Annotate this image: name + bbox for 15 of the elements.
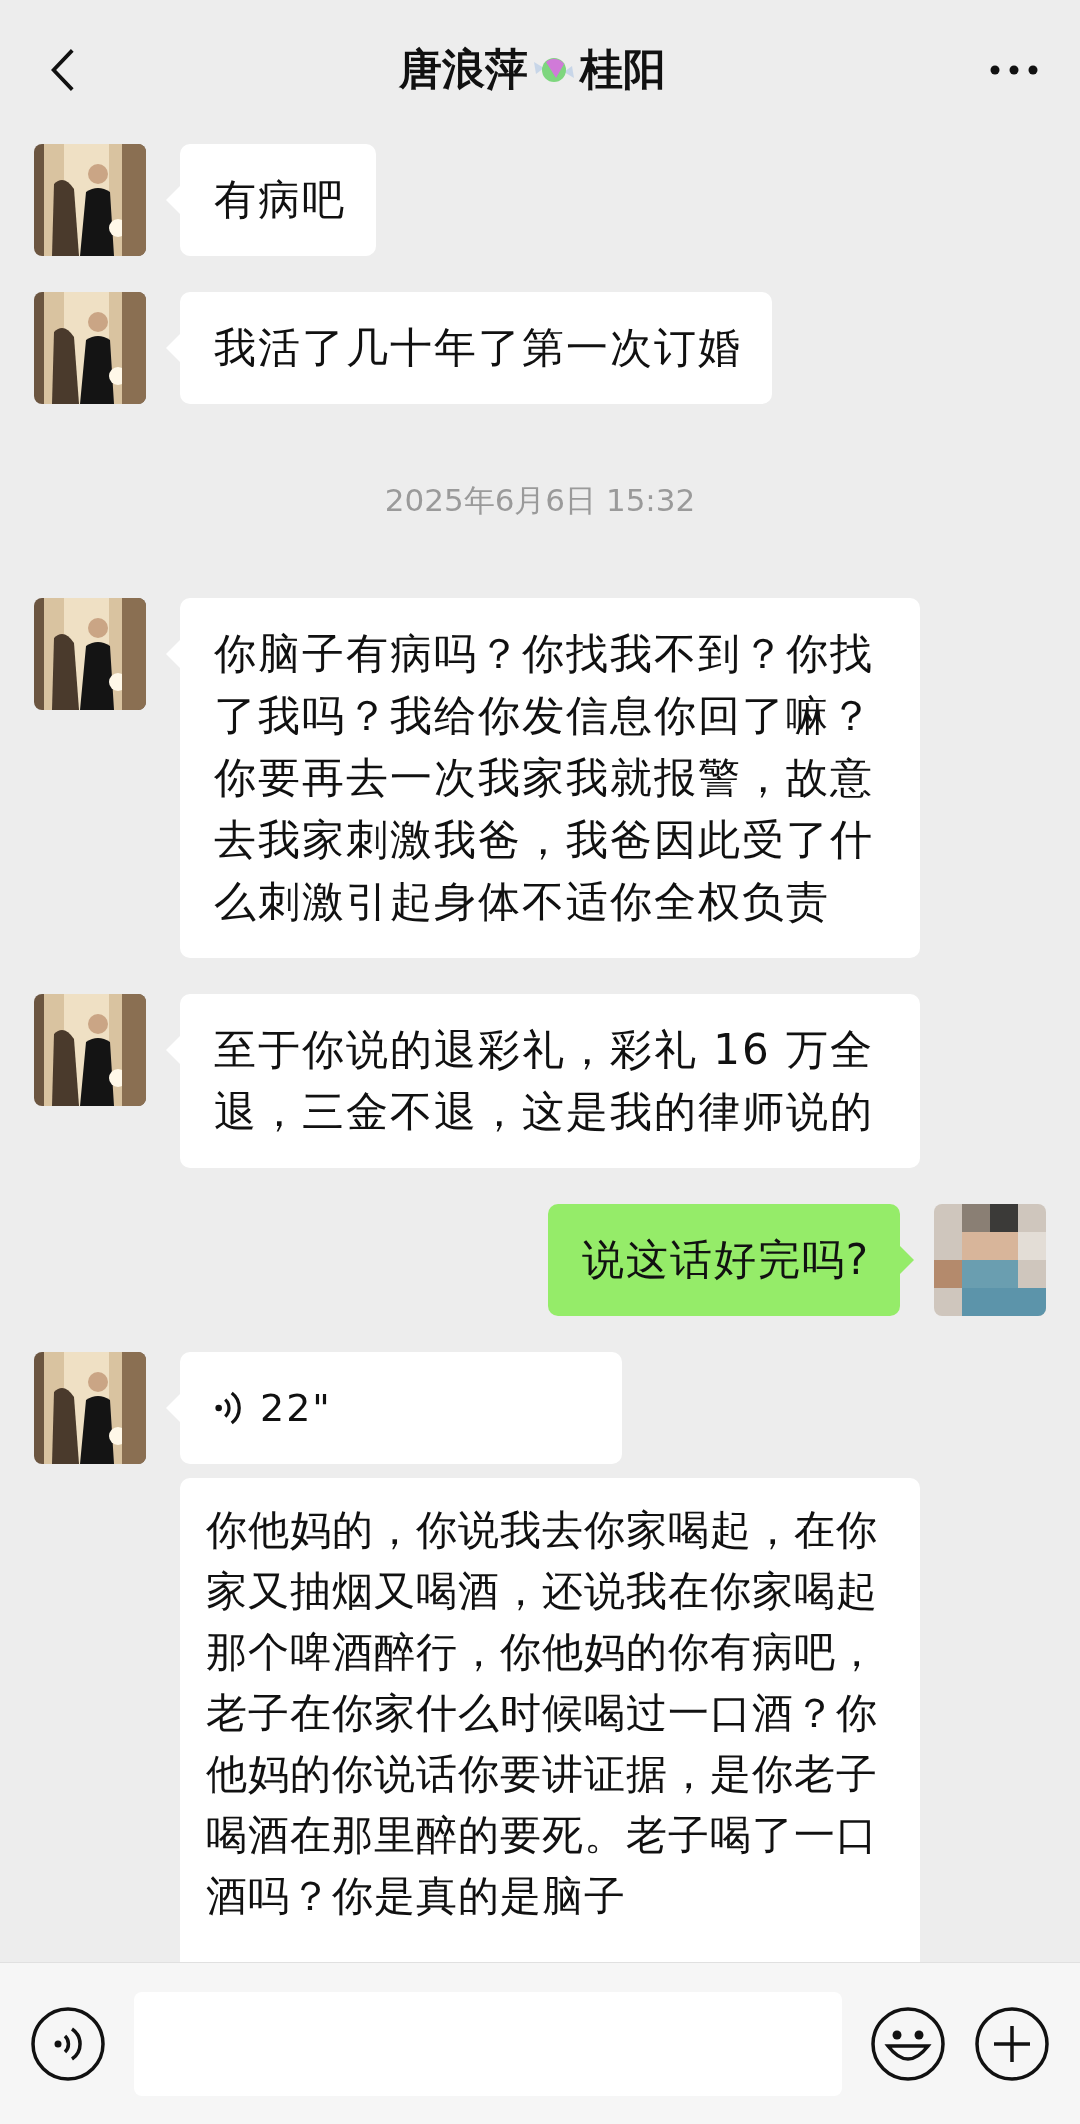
message-bubble: 至于你说的退彩礼，彩礼 16 万全退，三金不退，这是我的律师说的	[180, 994, 920, 1168]
more-icon[interactable]	[988, 64, 1040, 76]
message-bubble: 有病吧	[180, 144, 376, 256]
timestamp: 2025年6月6日 15:32	[384, 481, 696, 520]
message-bubble: 说这话好完吗?	[547, 1204, 900, 1316]
contact-location: 桂阳	[579, 43, 666, 96]
voice-icon	[214, 1389, 242, 1427]
contact-name: 唐浪萍	[398, 43, 528, 96]
voice-message[interactable]: 22"	[180, 1352, 622, 1464]
emoji-icon[interactable]	[870, 2005, 946, 2082]
message-bubble: 你脑子有病吗？你找我不到？你找了我吗？我给你发信息你回了嘛？你要再去一次我家我就报警，故意去我家刺激我爸，我爸因此受了什么刺激引起身体不适你全权负责	[180, 598, 920, 958]
message-bubble: 我活了几十年了第一次订婚	[180, 292, 772, 404]
voice-transcript: 你他妈的，你说我去你家喝起，在你家又抽烟又喝酒，还说我在你家喝起那个啤酒醉行，你他妈的你有病吧，老子在你家什么时候喝过一口酒？你他妈的你说话你要讲证据，是你老子喝酒在那里醉的要死。老子喝了一口酒吗？你是真的是脑子	[180, 1478, 920, 1962]
plus-icon[interactable]	[974, 2005, 1050, 2082]
voice-input-icon[interactable]	[30, 2005, 106, 2082]
